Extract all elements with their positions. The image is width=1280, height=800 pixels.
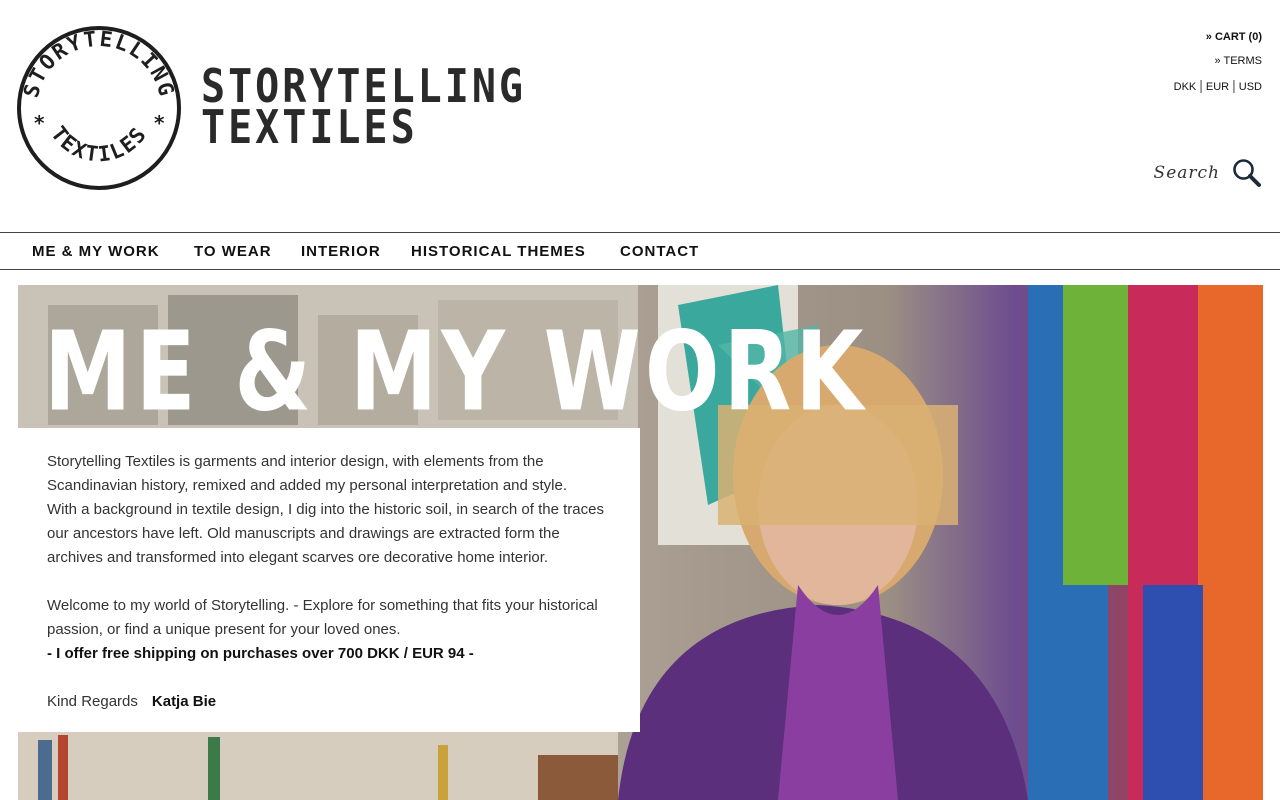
- wordmark: STORYTELLING TEXTILES: [201, 64, 526, 155]
- intro-paragraph: With a background in textile design, I d…: [47, 501, 604, 566]
- utility-links: » CART (0) » TERMS DKK | EUR | USD: [1174, 30, 1262, 102]
- signature: Kind Regards Katja Bie: [47, 690, 611, 714]
- svg-text:TEXTILES: TEXTILES: [46, 122, 152, 167]
- intro-text-box: Storytelling Textiles is garments and in…: [18, 428, 640, 732]
- nav-item-historical-themes[interactable]: HISTORICAL THEMES: [411, 233, 586, 270]
- free-shipping-note: - I offer free shipping on purchases ove…: [47, 645, 474, 662]
- signature-name: Katja Bie: [151, 693, 217, 710]
- search-icon[interactable]: [1232, 158, 1262, 188]
- signature-regards: Kind Regards: [47, 693, 138, 710]
- intro-paragraph: Welcome to my world of Storytelling. - E…: [47, 597, 598, 638]
- currency-eur[interactable]: EUR: [1206, 81, 1229, 93]
- wordmark-line-2: TEXTILES: [201, 101, 418, 155]
- svg-text:*: *: [34, 111, 45, 135]
- svg-text:STORYTELLING: STORYTELLING: [19, 27, 179, 100]
- stamp-logo-icon: STORYTELLING TEXTILES * *: [17, 26, 181, 190]
- intro-paragraph: Storytelling Textiles is garments and in…: [47, 453, 568, 494]
- nav-item-interior[interactable]: INTERIOR: [301, 233, 381, 270]
- nav-item-contact[interactable]: CONTACT: [620, 233, 699, 270]
- nav-item-to-wear[interactable]: TO WEAR: [194, 233, 272, 270]
- hero-title: ME & MY WORK: [44, 307, 868, 436]
- nav-item-me-my-work[interactable]: ME & MY WORK: [32, 233, 160, 270]
- terms-link[interactable]: » TERMS: [1215, 55, 1262, 67]
- main-nav: ME & MY WORK TO WEAR INTERIOR HISTORICAL…: [0, 232, 1280, 270]
- svg-text:*: *: [154, 111, 165, 135]
- currency-usd[interactable]: USD: [1239, 81, 1262, 93]
- currency-separator: |: [1199, 77, 1203, 93]
- currency-switcher: DKK | EUR | USD: [1174, 78, 1262, 102]
- site-logo[interactable]: STORYTELLING TEXTILES * * STORYTELLING T…: [15, 22, 523, 194]
- currency-separator: |: [1232, 77, 1236, 93]
- currency-dkk[interactable]: DKK: [1174, 81, 1197, 93]
- search-box: [1110, 158, 1262, 188]
- search-input[interactable]: [1110, 163, 1220, 183]
- cart-link[interactable]: » CART (0): [1206, 31, 1262, 43]
